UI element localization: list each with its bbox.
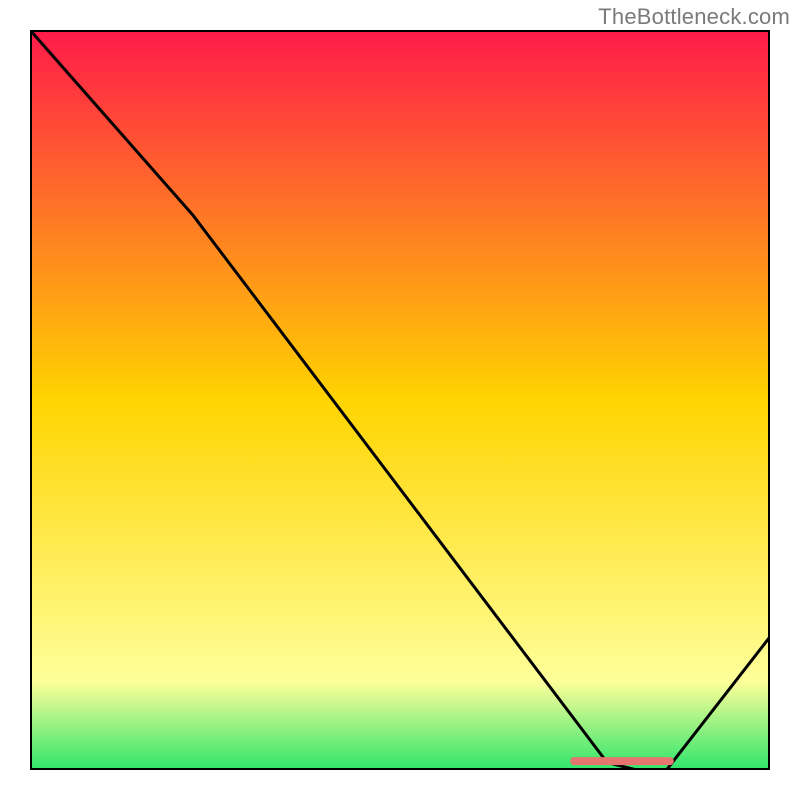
chart-overlay [30,30,770,770]
optimal-range-marker [570,757,674,765]
bottleneck-curve-line [30,30,770,770]
attribution-text: TheBottleneck.com [598,4,790,30]
plot-area [30,30,770,770]
